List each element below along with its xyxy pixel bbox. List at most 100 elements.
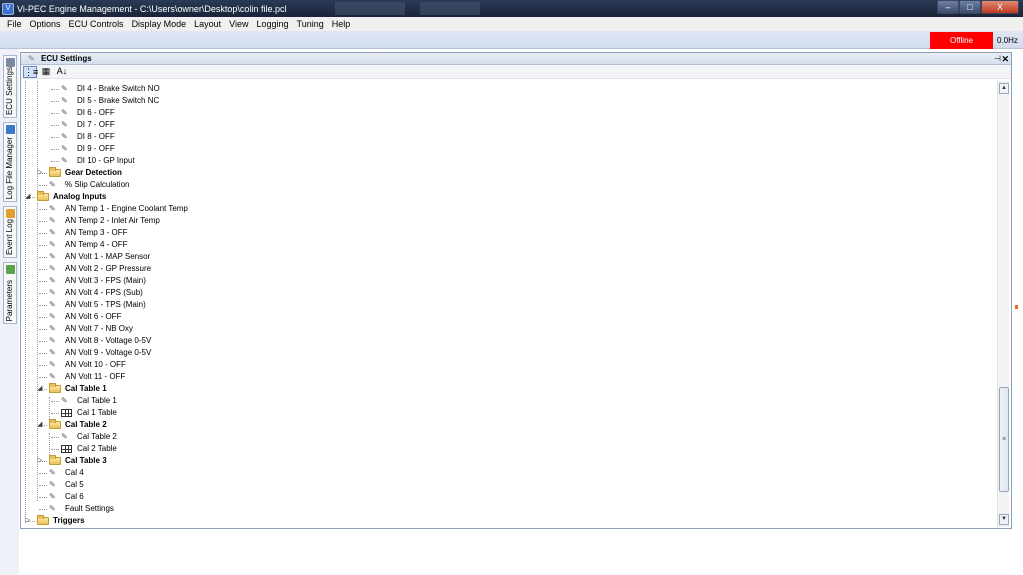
- tree-item[interactable]: ✎ DI 4 - Brake Switch NO: [23, 83, 983, 95]
- tab-log-file-manager[interactable]: Log File Manager: [3, 122, 17, 202]
- vertical-scrollbar[interactable]: ▲ ≡ ▼: [997, 81, 1009, 527]
- table-icon: [61, 409, 72, 417]
- tree-item[interactable]: ✎ DI 10 - GP Input: [23, 155, 983, 167]
- scroll-down-button[interactable]: ▼: [999, 514, 1009, 525]
- tree-item[interactable]: ✎ % Slip Calculation: [23, 179, 983, 191]
- menu-display-mode[interactable]: Display Mode: [128, 19, 191, 29]
- wrench-icon: ✎: [49, 492, 56, 501]
- tree-item[interactable]: ✎ Cal Table 1: [23, 395, 983, 407]
- panel-header: ✎ ECU Settings ⊣ ✕: [21, 53, 1011, 65]
- tab-event-log[interactable]: Event Log: [3, 206, 17, 258]
- close-button[interactable]: X: [981, 0, 1019, 14]
- tree-connector: [39, 341, 47, 342]
- menu-view[interactable]: View: [225, 19, 252, 29]
- tree-connector: [39, 317, 47, 318]
- wrench-icon: ✎: [61, 156, 68, 165]
- menu-options[interactable]: Options: [26, 19, 65, 29]
- tree-table-item[interactable]: Cal 2 Table: [23, 443, 983, 455]
- tree-folder[interactable]: ◢ Cal Table 1: [23, 383, 983, 395]
- tree-item-label: AN Volt 1 - MAP Sensor: [65, 252, 151, 261]
- tree-item-label: DI 6 - OFF: [77, 108, 115, 117]
- tab-label: Log File Manager: [5, 136, 14, 199]
- tree-connector: [39, 473, 47, 474]
- tree-item-label: AN Temp 4 - OFF: [65, 240, 128, 249]
- tree-item-label: AN Volt 11 - OFF: [65, 372, 126, 381]
- tree-item[interactable]: ✎ AN Volt 1 - MAP Sensor: [23, 251, 983, 263]
- tree-folder[interactable]: ▷ Gear Detection: [23, 167, 983, 179]
- pin-icon[interactable]: ⊣: [994, 53, 1001, 65]
- menu-file[interactable]: File: [3, 19, 26, 29]
- tree-folder[interactable]: ◢ Cal Table 2: [23, 419, 983, 431]
- tree-connector: [39, 281, 47, 282]
- panel-close-icon[interactable]: ✕: [1001, 53, 1009, 65]
- tree-item-label: Analog Inputs: [53, 192, 107, 201]
- tree-folder[interactable]: ▷ Cal Table 3: [23, 455, 983, 467]
- tree-item[interactable]: ✎ Cal 4: [23, 467, 983, 479]
- tree-item[interactable]: ✎ AN Volt 8 - Voltage 0-5V: [23, 335, 983, 347]
- tab-ecu-settings[interactable]: ECU Settings: [3, 55, 17, 118]
- tree-item[interactable]: ✎ AN Volt 4 - FPS (Sub): [23, 287, 983, 299]
- tree-item-label: DI 5 - Brake Switch NC: [77, 96, 160, 105]
- tree-item[interactable]: ✎ AN Volt 3 - FPS (Main): [23, 275, 983, 287]
- maximize-button[interactable]: □: [959, 0, 981, 14]
- tree-item[interactable]: ✎ Cal 6: [23, 491, 983, 503]
- sort-alpha-button[interactable]: A↓: [55, 66, 69, 78]
- tree-item[interactable]: ✎ DI 5 - Brake Switch NC: [23, 95, 983, 107]
- menu-layout[interactable]: Layout: [190, 19, 225, 29]
- wrench-icon: ✎: [61, 108, 68, 117]
- tab-label: Parameters: [5, 279, 14, 321]
- tree-item-label: Cal Table 3: [65, 456, 107, 465]
- tree-item[interactable]: ✎ AN Temp 3 - OFF: [23, 227, 983, 239]
- tree-guide-line: [25, 81, 26, 521]
- tree-table-item[interactable]: Cal 1 Table: [23, 407, 983, 419]
- menu-help[interactable]: Help: [328, 19, 355, 29]
- tree-item[interactable]: ✎ AN Volt 2 - GP Pressure: [23, 263, 983, 275]
- tree-item[interactable]: ✎ AN Volt 10 - OFF: [23, 359, 983, 371]
- tree-item[interactable]: ✎ Cal 5: [23, 479, 983, 491]
- tree-item[interactable]: ✎ AN Volt 7 - NB Oxy: [23, 323, 983, 335]
- wrench-icon: ✎: [49, 480, 56, 489]
- menu-tuning[interactable]: Tuning: [293, 19, 328, 29]
- tree-connector: [39, 509, 47, 510]
- tree-item[interactable]: ✎ Cal Table 2: [23, 431, 983, 443]
- tree-item[interactable]: ✎ Fault Settings: [23, 503, 983, 515]
- wrench-icon: ✎: [49, 276, 56, 285]
- wrench-icon: ✎: [49, 324, 56, 333]
- tree-item[interactable]: ✎ AN Volt 6 - OFF: [23, 311, 983, 323]
- tree-item-label: Cal 5: [65, 480, 84, 489]
- tree-item-label: AN Volt 9 - Voltage 0-5V: [65, 348, 152, 357]
- tree-item[interactable]: ✎ AN Volt 9 - Voltage 0-5V: [23, 347, 983, 359]
- tree-folder[interactable]: ◢ Analog Inputs: [23, 191, 983, 203]
- tree-item[interactable]: ✎ AN Volt 11 - OFF: [23, 371, 983, 383]
- tree-connector: [39, 365, 47, 366]
- tree-item[interactable]: ✎ AN Temp 1 - Engine Coolant Temp: [23, 203, 983, 215]
- tree-item[interactable]: ✎ DI 7 - OFF: [23, 119, 983, 131]
- tree-item[interactable]: ✎ AN Temp 4 - OFF: [23, 239, 983, 251]
- tree-item[interactable]: ✎ AN Volt 5 - TPS (Main): [23, 299, 983, 311]
- tree-folder[interactable]: ▷ Triggers: [23, 515, 983, 527]
- table-view-button[interactable]: ▦: [39, 66, 53, 78]
- wrench-icon: ✎: [28, 54, 35, 63]
- tree-item-label: DI 10 - GP Input: [77, 156, 135, 165]
- menu-logging[interactable]: Logging: [252, 19, 292, 29]
- tree-item[interactable]: ✎ DI 9 - OFF: [23, 143, 983, 155]
- tree-item[interactable]: ✎ AN Temp 2 - Inlet Air Temp: [23, 215, 983, 227]
- app-icon[interactable]: V: [2, 2, 14, 15]
- tree-connector: [39, 209, 47, 210]
- tree-connector: [51, 101, 59, 102]
- minimize-button[interactable]: –: [937, 0, 959, 14]
- tree-item-label: AN Volt 5 - TPS (Main): [65, 300, 146, 309]
- menu-bar: File Options ECU Controls Display Mode L…: [0, 17, 1023, 31]
- tree-item-label: Cal 6: [65, 492, 84, 501]
- tree-item-label: Fault Settings: [65, 504, 114, 513]
- scroll-thumb[interactable]: ≡: [999, 387, 1009, 492]
- parameters-icon: [6, 265, 15, 274]
- categorized-view-button[interactable]: ⋮≡: [23, 66, 38, 78]
- menu-ecu-controls[interactable]: ECU Controls: [65, 19, 128, 29]
- tree-connector: [39, 329, 47, 330]
- wrench-icon: ✎: [49, 504, 56, 513]
- tab-parameters[interactable]: Parameters: [3, 262, 17, 324]
- scroll-up-button[interactable]: ▲: [999, 83, 1009, 94]
- tree-item[interactable]: ✎ DI 6 - OFF: [23, 107, 983, 119]
- tree-item[interactable]: ✎ DI 8 - OFF: [23, 131, 983, 143]
